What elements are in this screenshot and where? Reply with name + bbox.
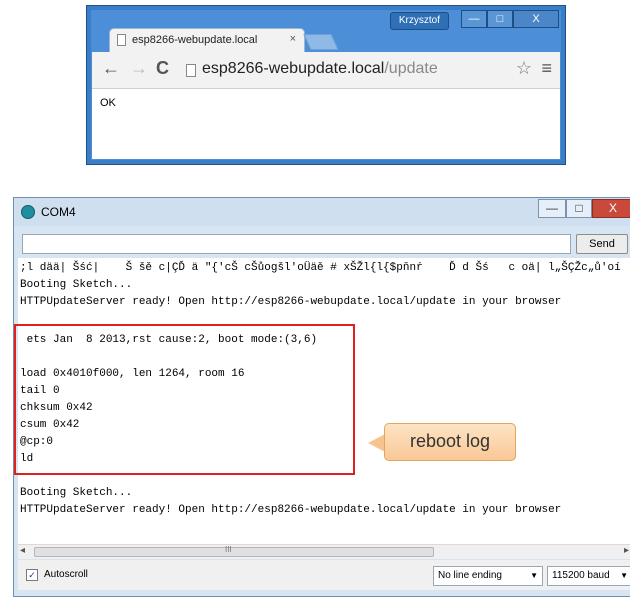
menu-icon[interactable]: ≡ [541,58,552,79]
close-button[interactable]: X [592,199,630,218]
horizontal-scrollbar[interactable]: ◂ III ▸ [18,544,630,559]
browser-toolbar: ← → C esp8266-webupdate.local/update ☆ ≡ [92,52,560,89]
address-path: /update [384,60,438,77]
line-ending-select[interactable]: No line ending ▼ [433,566,543,586]
minimize-button[interactable]: — [538,199,566,218]
browser-window: Krzysztof — □ X esp8266-webupdate.local … [86,5,566,165]
bookmark-star-icon[interactable]: ☆ [516,58,532,79]
page-icon [186,64,196,77]
output-line: HTTPUpdateServer ready! Open http://esp8… [20,296,562,308]
page-content: OK [92,89,560,159]
callout-text: reboot log [409,431,491,451]
forward-icon[interactable]: → [130,58,148,79]
line-ending-value: No line ending [438,570,502,581]
serial-bottom-bar: ✓ Autoscroll No line ending ▼ 115200 bau… [18,560,630,590]
send-button[interactable]: Send [576,234,628,254]
minimize-button[interactable]: — [461,10,487,28]
output-line: HTTPUpdateServer ready! Open http://esp8… [20,504,562,516]
window-title: COM4 [41,205,76,219]
maximize-button[interactable]: □ [487,10,513,28]
output-line: Booting Sketch... [20,487,133,499]
tab-close-icon[interactable]: × [290,33,296,45]
tab-title: esp8266-webupdate.local [132,34,258,46]
address-host: esp8266-webupdate.local [202,60,385,77]
address-bar[interactable]: esp8266-webupdate.local/update [202,60,438,78]
close-button[interactable]: X [513,10,559,28]
scroll-left-icon[interactable]: ◂ [20,545,25,556]
arduino-icon [21,205,35,219]
output-line: Booting Sketch... [20,279,133,291]
callout-pointer [368,434,385,452]
baud-rate-value: 115200 baud [552,570,610,581]
autoscroll-label: Autoscroll [44,569,88,580]
autoscroll-checkbox[interactable]: ✓ [26,569,38,581]
output-line: ;l dää| Šść| Š šě c|ÇĎ ä "{'cŠ cŠůogšl'o… [20,262,621,274]
maximize-button[interactable]: □ [566,199,592,218]
reboot-log-callout: reboot log [384,423,516,461]
browser-tab[interactable]: esp8266-webupdate.local × [109,28,305,52]
scrollbar-thumb[interactable]: III [34,545,434,557]
grip-icon: III [225,545,232,554]
browser-frame: Krzysztof — □ X esp8266-webupdate.local … [91,10,561,160]
reload-icon[interactable]: C [156,58,169,79]
serial-titlebar: COM4 — □ X [14,198,630,226]
reboot-log-highlight [14,324,355,475]
baud-rate-select[interactable]: 115200 baud ▼ [547,566,630,586]
back-icon[interactable]: ← [102,58,120,79]
page-text: OK [100,97,116,109]
page-icon [117,34,126,46]
new-tab-button[interactable] [303,34,339,50]
chevron-down-icon: ▼ [620,571,628,580]
chevron-down-icon: ▼ [530,571,538,580]
profile-badge[interactable]: Krzysztof [389,12,449,30]
serial-input-field[interactable] [22,234,571,254]
scroll-right-icon[interactable]: ▸ [624,545,629,556]
